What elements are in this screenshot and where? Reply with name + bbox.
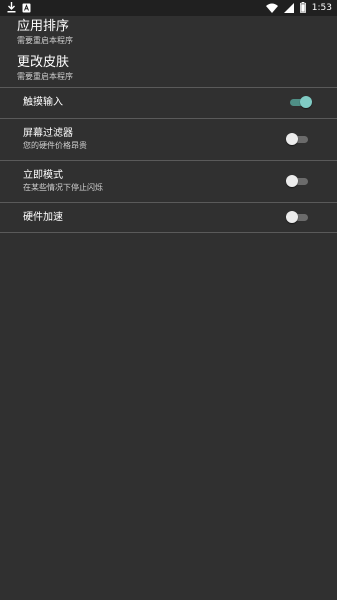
hardware-acceleration-switch[interactable] [286,210,308,224]
switch-thumb [300,96,312,108]
touch-input-switch[interactable] [290,95,312,109]
download-icon [7,2,16,13]
change-skin-item[interactable]: 更改皮肤 需要重启本程序 [0,51,337,87]
pref-immediate-mode[interactable]: 立即模式 在某些情况下停止闪烁 [0,160,337,202]
switch-thumb [286,133,298,145]
pref-screen-filter-subtitle: 您的硬件价格昂贵 [23,141,87,150]
immediate-mode-switch[interactable] [286,174,308,188]
change-skin-subtitle: 需要重启本程序 [17,72,73,81]
change-skin-title: 更改皮肤 [17,55,70,70]
pref-immediate-mode-title: 立即模式 [23,170,63,181]
pref-touch-input[interactable]: 触摸输入 [0,87,337,118]
switch-thumb [286,211,298,223]
signal-icon [283,2,294,13]
wifi-icon [265,3,278,13]
status-bar-left [7,2,31,13]
app-sort-item[interactable]: 应用排序 需要重启本程序 [0,16,337,51]
pref-touch-input-title: 触摸输入 [23,97,63,108]
app-notification-icon [22,3,31,13]
battery-icon [299,2,306,13]
app-sort-subtitle: 需要重启本程序 [17,36,73,45]
status-bar: 1:53 [0,0,337,16]
clock: 1:53 [311,2,332,13]
screen-filter-switch[interactable] [286,132,308,146]
pref-immediate-mode-subtitle: 在某些情况下停止闪烁 [23,183,103,192]
app-sort-title: 应用排序 [17,19,70,34]
switch-thumb [286,175,298,187]
pref-screen-filter-title: 屏幕过滤器 [23,128,73,139]
pref-hardware-acceleration[interactable]: 硬件加速 [0,202,337,233]
status-bar-right: 1:53 [265,2,332,13]
pref-hardware-acceleration-title: 硬件加速 [23,212,63,223]
pref-screen-filter[interactable]: 屏幕过滤器 您的硬件价格昂贵 [0,118,337,160]
